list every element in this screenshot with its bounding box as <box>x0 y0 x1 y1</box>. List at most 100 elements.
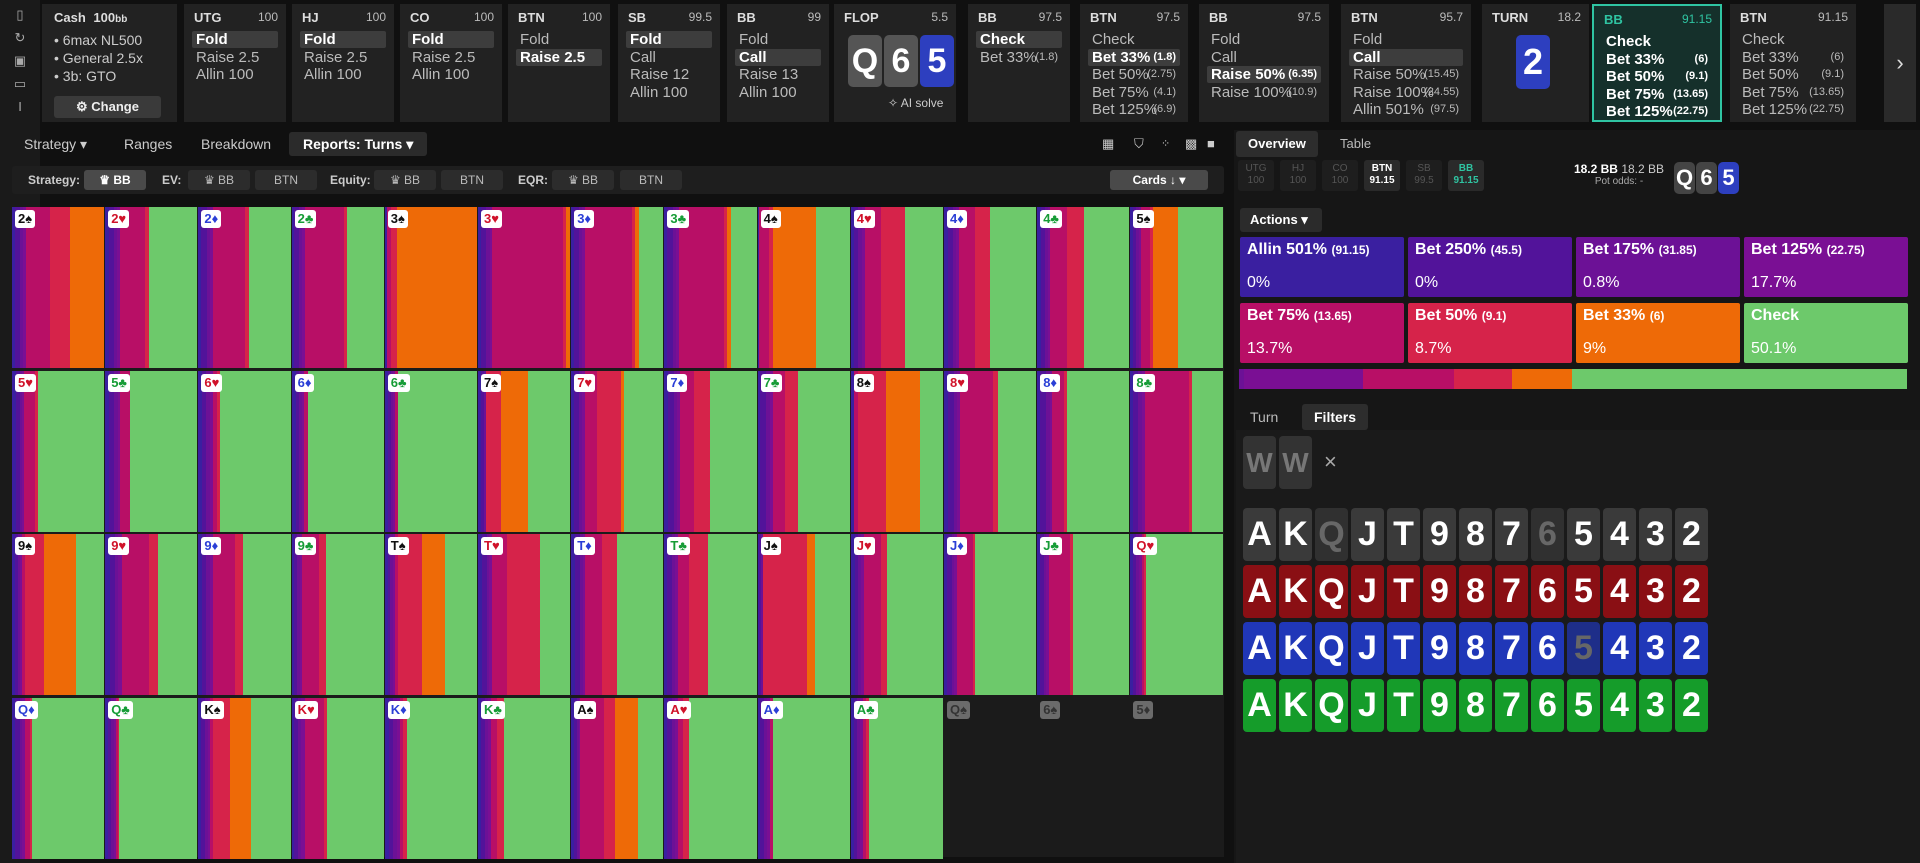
action-column-turn[interactable]: TURN 18.2 2 <box>1482 4 1589 122</box>
turn-card-cell[interactable]: Q♦ <box>12 697 105 859</box>
turn-card-cell[interactable]: J♦ <box>944 534 1037 695</box>
bookmark-icon[interactable]: ▯ <box>12 7 28 23</box>
position-btn[interactable]: BTN 91.15 <box>1364 160 1400 191</box>
action-option[interactable]: Raise 2.5 <box>300 49 386 66</box>
rank-selector-card[interactable]: 7 <box>1495 622 1528 675</box>
action-option[interactable]: Check <box>1088 31 1180 48</box>
action-column-bb[interactable]: BB 97.5 Fold Call Raise 50% (6.35) Raise 100%… <box>1199 4 1329 122</box>
rank-selector-card[interactable]: 3 <box>1639 679 1672 732</box>
turn-card-cell[interactable]: 6♣ <box>384 370 477 532</box>
action-option[interactable]: Allin 501% (97.5) <box>1349 101 1463 118</box>
action-option[interactable]: Bet 33% (1.8) <box>976 49 1062 66</box>
rank-selector-card[interactable]: J <box>1351 508 1384 561</box>
rank-selector-card[interactable]: A <box>1243 679 1276 732</box>
rank-selector-card[interactable]: 6 <box>1531 622 1564 675</box>
action-column-flop[interactable]: FLOP 5.5 Q 6 5 ✧ AI solve <box>834 4 956 122</box>
rank-selector-card[interactable]: 4 <box>1603 622 1636 675</box>
filter-icon[interactable]: ⛉ <box>1134 130 1144 158</box>
turn-card-cell[interactable]: J♠ <box>757 534 850 695</box>
compact-view-icon[interactable]: ⁘ <box>1161 130 1170 158</box>
action-option[interactable]: Fold <box>1207 31 1321 48</box>
action-option[interactable]: Allin 100 <box>300 66 386 83</box>
rank-selector-card[interactable]: 8 <box>1459 508 1492 561</box>
rank-selector-card[interactable]: 9 <box>1423 679 1456 732</box>
action-option[interactable]: Raise 100% (10.9) <box>1207 84 1321 101</box>
position-sb[interactable]: SB 99.5 <box>1406 160 1442 191</box>
rank-selector-card[interactable]: J <box>1351 679 1384 732</box>
rank-selector-card[interactable]: K <box>1279 508 1312 561</box>
turn-card-cell[interactable]: Q♣ <box>105 697 198 859</box>
rank-selector-card[interactable]: 9 <box>1423 508 1456 561</box>
turn-card-cell[interactable]: T♦ <box>571 534 664 695</box>
turn-card-cell[interactable]: 9♣ <box>291 534 384 695</box>
turn-card-cell[interactable]: 3♦ <box>571 207 664 368</box>
action-option[interactable]: Call <box>1349 48 1463 66</box>
action-option[interactable]: Bet 75% (13.65) <box>1738 84 1848 101</box>
rank-selector-card[interactable]: 5 <box>1567 508 1600 561</box>
action-option[interactable]: Raise 13 <box>735 66 821 83</box>
actions-dropdown[interactable]: Actions ▾ <box>1240 208 1322 232</box>
rank-selector-card[interactable]: K <box>1279 565 1312 618</box>
turn-card-cell[interactable]: K♠ <box>198 697 291 859</box>
grid-small-icon[interactable]: ▩ <box>1185 130 1197 158</box>
rank-selector-card[interactable]: 8 <box>1459 679 1492 732</box>
action-option[interactable]: Bet 125% (22.75) <box>1738 101 1848 118</box>
turn-card-cell[interactable]: K♥ <box>291 697 384 859</box>
cards-sort-dropdown[interactable]: Cards ↓ ▾ <box>1110 170 1208 190</box>
clear-filter-button[interactable]: × <box>1324 449 1337 475</box>
text-cursor-icon[interactable]: I <box>12 99 28 115</box>
turn-card-cell[interactable]: 2♦ <box>198 207 291 368</box>
rank-selector-card[interactable]: Q <box>1315 679 1348 732</box>
change-button[interactable]: ⚙ Change <box>54 96 161 118</box>
turn-card-cell[interactable]: 6♥ <box>198 370 291 532</box>
turn-card-cell[interactable]: Q♠ <box>944 698 1036 859</box>
action-column-hj[interactable]: HJ 100 Fold Raise 2.5 Allin 100 <box>292 4 394 122</box>
action-box[interactable]: Bet 125% (22.75) 17.7% <box>1744 237 1908 297</box>
rank-selector-card[interactable]: J <box>1351 565 1384 618</box>
turn-card-cell[interactable]: 8♥ <box>944 370 1037 532</box>
action-option[interactable]: Bet 33% (6) <box>1602 51 1712 68</box>
turn-card-cell[interactable]: T♣ <box>664 534 757 695</box>
turn-card-cell[interactable]: 5♦ <box>1130 698 1222 859</box>
action-column-bb[interactable]: BB 97.5 Check Bet 33% (1.8) <box>968 4 1070 122</box>
turn-card-cell[interactable]: 6♠ <box>1037 698 1129 859</box>
filter-card-1[interactable]: W <box>1243 436 1276 489</box>
turn-card-cell[interactable]: A♦ <box>757 697 850 859</box>
action-option[interactable]: Check <box>1738 31 1848 48</box>
rank-selector-card[interactable]: 9 <box>1423 622 1456 675</box>
action-column-sb[interactable]: SB 99.5 Fold Call Raise 12 Allin 100 <box>618 4 720 122</box>
action-option[interactable]: Bet 75% (13.65) <box>1602 86 1712 103</box>
action-option[interactable]: Bet 125% (6.9) <box>1088 101 1180 118</box>
action-option[interactable]: Fold <box>192 31 278 48</box>
action-option[interactable]: Allin 100 <box>626 84 712 101</box>
tab-turn[interactable]: Turn <box>1250 404 1278 430</box>
action-column-btn[interactable]: BTN 91.15 Check Bet 33% (6) Bet 50% (9.1) Bet… <box>1730 4 1856 122</box>
turn-card-cell[interactable]: 9♠ <box>12 534 105 695</box>
ev-btn-pill[interactable]: BTN <box>255 170 317 190</box>
turn-card-cell[interactable]: J♥ <box>850 534 943 695</box>
action-option[interactable]: Allin 100 <box>735 84 821 101</box>
rank-selector-card[interactable]: K <box>1279 622 1312 675</box>
turn-card-cell[interactable]: 5♣ <box>105 370 198 532</box>
strategy-bb-pill[interactable]: ♛ BB <box>84 170 146 190</box>
eqr-btn-pill[interactable]: BTN <box>620 170 682 190</box>
action-option[interactable]: Call <box>626 49 712 66</box>
action-option[interactable]: Fold <box>408 31 494 48</box>
action-option[interactable]: Bet 33% (6) <box>1738 49 1848 66</box>
rank-selector-card[interactable]: 5 <box>1567 679 1600 732</box>
action-option[interactable]: Call <box>1207 49 1321 66</box>
tab-breakdown[interactable]: Breakdown <box>201 130 271 158</box>
turn-card-cell[interactable]: 8♣ <box>1130 370 1223 532</box>
turn-card-cell[interactable]: 4♣ <box>1037 207 1130 368</box>
rank-selector-card[interactable]: 5 <box>1567 565 1600 618</box>
position-co[interactable]: CO 100 <box>1322 160 1358 191</box>
action-box[interactable]: Bet 50% (9.1) 8.7% <box>1408 303 1572 363</box>
action-option[interactable]: Fold <box>626 31 712 48</box>
turn-card-cell[interactable]: 7♣ <box>757 370 850 532</box>
turn-card-cell[interactable]: K♦ <box>384 697 477 859</box>
save-icon[interactable]: ▣ <box>12 53 28 69</box>
rank-selector-card[interactable]: Q <box>1315 565 1348 618</box>
action-option[interactable]: Raise 2.5 <box>408 49 494 66</box>
rank-selector-card[interactable]: J <box>1351 622 1384 675</box>
action-option[interactable]: Raise 50% (15.45) <box>1349 66 1463 83</box>
